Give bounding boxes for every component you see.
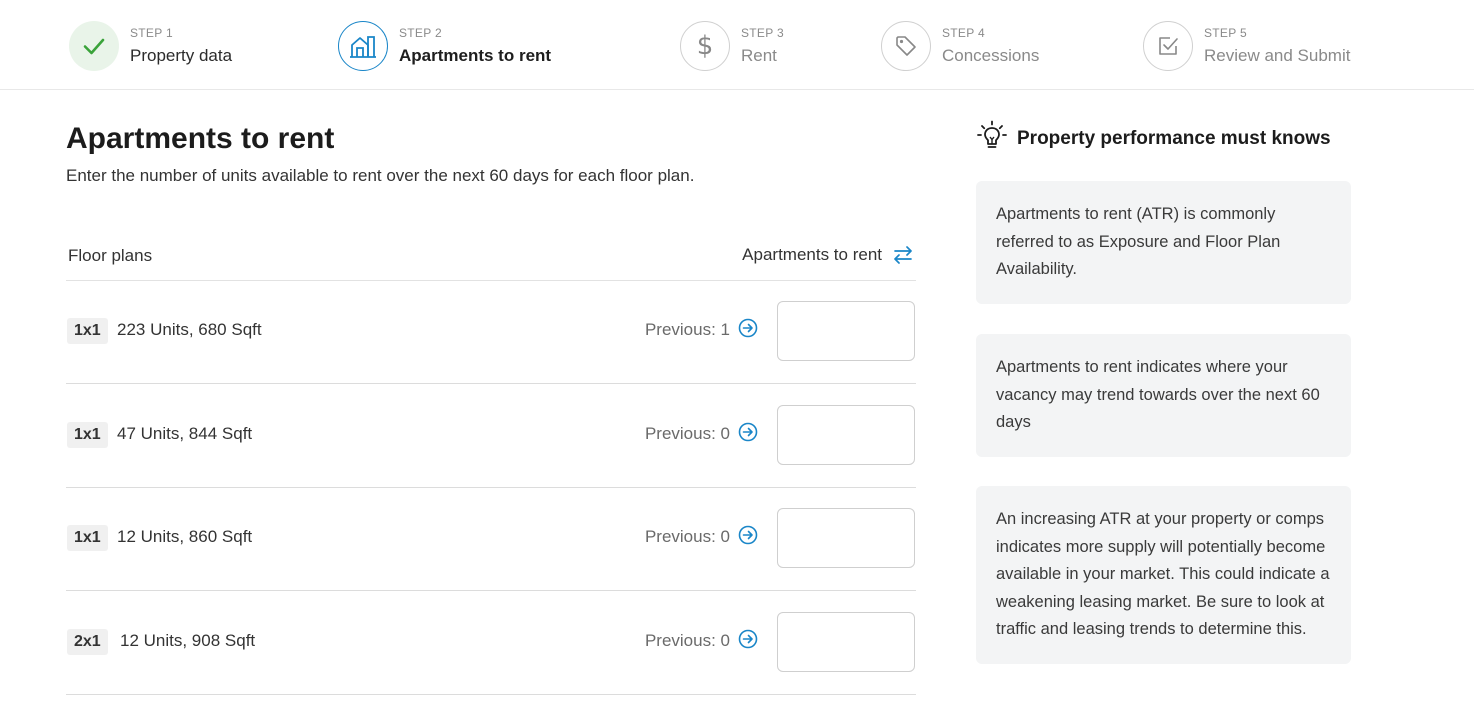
step-number: STEP 1: [130, 26, 173, 40]
step-label: Rent: [741, 46, 777, 65]
lightbulb-icon: [977, 120, 1007, 157]
checkbox-icon: [1143, 21, 1193, 71]
atr-input[interactable]: [777, 612, 915, 672]
table-row: 1x1 47 Units, 844 Sqft Previous: 0: [66, 384, 916, 488]
floor-plan-description: 12 Units, 908 Sqft: [120, 631, 256, 650]
atr-input[interactable]: [777, 405, 915, 465]
copy-previous-arrow-icon[interactable]: [738, 422, 758, 442]
copy-previous-arrow-icon[interactable]: [738, 629, 758, 649]
dollar-icon: $: [680, 21, 730, 71]
step-label: Apartments to rent: [399, 46, 552, 65]
previous-value: Previous: 0: [644, 424, 730, 443]
atr-header: Apartments to rent: [742, 244, 914, 266]
floor-plan-description: 223 Units, 680 Sqft: [117, 320, 262, 339]
step-apartments-to-rent[interactable]: STEP 2 Apartments to rent: [338, 20, 551, 72]
atr-header-label: Apartments to rent: [742, 245, 882, 264]
copy-previous-arrow-icon[interactable]: [738, 525, 758, 545]
floor-plan-badge: 1x1: [67, 525, 108, 551]
atr-input[interactable]: [777, 508, 915, 568]
info-card: Apartments to rent (ATR) is commonly ref…: [976, 181, 1351, 304]
side-panel-header: Property performance must knows: [977, 120, 1331, 157]
building-icon: [338, 21, 388, 71]
step-property-data[interactable]: STEP 1 Property data: [69, 20, 232, 72]
step-label: Concessions: [942, 46, 1040, 65]
step-rent[interactable]: $ STEP 3 Rent: [680, 20, 784, 72]
table-row: 1x1 223 Units, 680 Sqft Previous: 1: [66, 280, 916, 384]
table-row: 1x1 12 Units, 860 Sqft Previous: 0: [66, 487, 916, 591]
step-label: Review and Submit: [1204, 46, 1351, 65]
previous-value: Previous: 0: [644, 527, 730, 546]
step-concessions[interactable]: STEP 4 Concessions: [881, 20, 1039, 72]
page-title: Apartments to rent: [66, 122, 335, 155]
tag-icon: [881, 21, 931, 71]
table-header: Floor plans Apartments to rent: [66, 238, 916, 281]
step-number: STEP 3: [741, 26, 784, 40]
atr-input[interactable]: [777, 301, 915, 361]
floor-plans-header: Floor plans: [68, 246, 153, 265]
previous-value: Previous: 0: [644, 631, 730, 650]
check-icon: [69, 21, 119, 71]
copy-previous-arrow-icon[interactable]: [738, 318, 758, 338]
previous-value: Previous: 1: [644, 320, 730, 339]
floor-plan-description: 12 Units, 860 Sqft: [117, 527, 253, 546]
step-number: STEP 4: [942, 26, 985, 40]
progress-stepper: STEP 1 Property data STEP 2 Apartments t…: [0, 0, 1474, 90]
side-panel-title: Property performance must knows: [1017, 127, 1331, 149]
floor-plan-description: 47 Units, 844 Sqft: [117, 424, 253, 443]
step-review-and-submit[interactable]: STEP 5 Review and Submit: [1143, 20, 1350, 72]
info-card: An increasing ATR at your property or co…: [976, 486, 1351, 664]
table-row: 2x1 12 Units, 908 Sqft Previous: 0: [66, 591, 916, 695]
step-label: Property data: [130, 46, 233, 65]
info-card: Apartments to rent indicates where your …: [976, 334, 1351, 457]
step-number: STEP 2: [399, 26, 442, 40]
step-number: STEP 5: [1204, 26, 1247, 40]
floor-plan-badge: 1x1: [67, 318, 108, 344]
swap-arrows-icon[interactable]: [892, 244, 914, 266]
floor-plan-badge: 1x1: [67, 422, 108, 448]
page-subtitle: Enter the number of units available to r…: [66, 166, 695, 185]
floor-plan-badge: 2x1: [67, 629, 108, 655]
